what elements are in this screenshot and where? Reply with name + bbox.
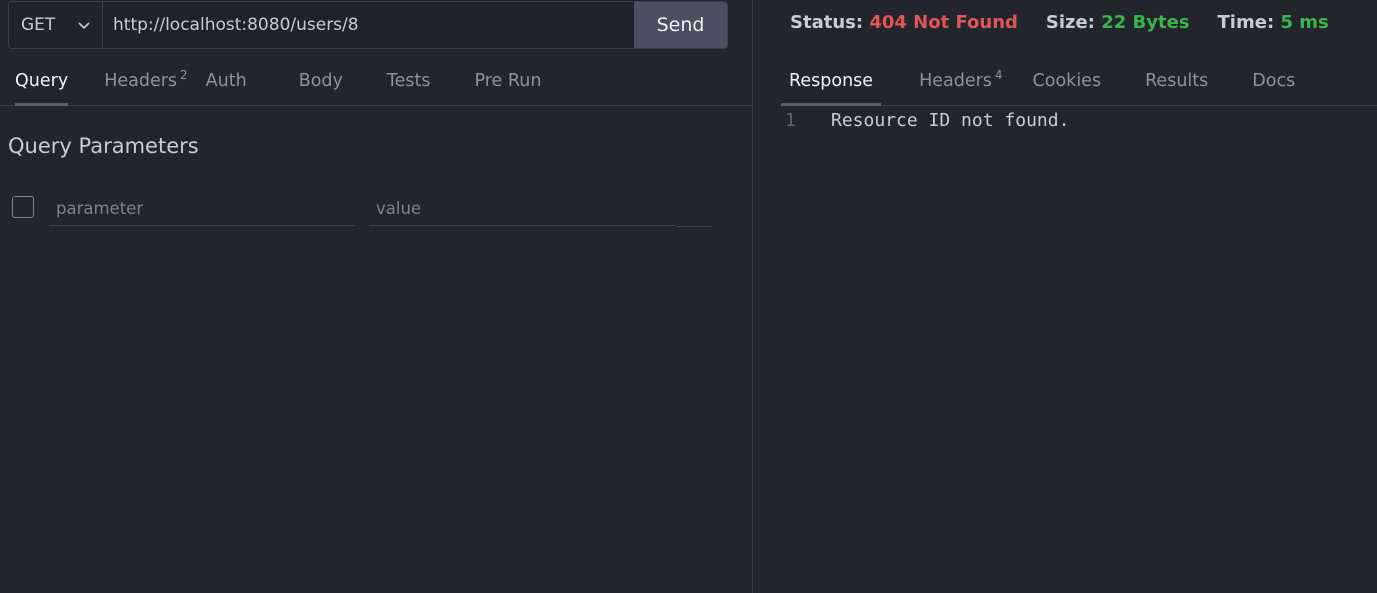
- tab-response-headers[interactable]: Headers 4: [911, 57, 1010, 105]
- parameter-input[interactable]: [49, 192, 355, 226]
- tab-label: Headers: [919, 71, 992, 91]
- tab-badge: 4: [994, 68, 1003, 82]
- status-value: 404 Not Found: [869, 12, 1018, 33]
- response-status-bar: Status: 404 Not Found Size: 22 Bytes Tim…: [790, 12, 1329, 33]
- tab-label: Body: [298, 71, 343, 91]
- value-input[interactable]: [369, 192, 675, 226]
- request-bar: GET Send: [8, 1, 728, 49]
- line-text: Resource ID not found.: [831, 109, 1070, 131]
- method-label: GET: [21, 15, 56, 35]
- line-number: 1: [785, 109, 796, 131]
- size-label: Size:: [1045, 12, 1095, 33]
- send-button[interactable]: Send: [634, 2, 727, 48]
- time-info: Time: 5 ms: [1218, 12, 1329, 33]
- tab-tests[interactable]: Tests: [380, 57, 438, 105]
- status-label: Status:: [790, 12, 864, 33]
- app-window: GET Send Query Headers2 Auth Bo: [0, 0, 1377, 593]
- response-tabs: Response Headers 4 Cookies Results Docs: [781, 57, 1377, 106]
- request-tabs: Query Headers 2 Auth Body Tests Pre Run: [0, 57, 752, 106]
- response-panel: Status: 404 Not Found Size: 22 Bytes Tim…: [753, 0, 1377, 593]
- tab-badge: 2: [180, 68, 188, 82]
- tab-response[interactable]: Response: [781, 57, 882, 106]
- query-param-row: [12, 192, 712, 228]
- tab-headers[interactable]: Headers 2: [97, 57, 194, 105]
- code-line: 1 Resource ID not found.: [753, 106, 1377, 134]
- chevron-down-icon: [78, 22, 90, 30]
- response-body-editor[interactable]: 1 Resource ID not found.: [753, 106, 1377, 134]
- tab-label: Auth: [205, 71, 247, 91]
- tab-label: Query: [15, 71, 69, 91]
- tab-label: Results: [1145, 71, 1209, 91]
- query-parameters-title: Query Parameters: [8, 134, 199, 158]
- tab-body[interactable]: Body: [292, 57, 350, 105]
- request-panel: GET Send Query Headers2 Auth Bo: [0, 0, 752, 593]
- tab-auth[interactable]: Auth: [199, 57, 254, 105]
- field-underline: [676, 226, 712, 227]
- tab-docs[interactable]: Docs: [1244, 57, 1303, 105]
- tab-label: Response: [789, 71, 874, 91]
- tab-results[interactable]: Results: [1137, 57, 1216, 105]
- tab-query[interactable]: Query: [8, 57, 75, 106]
- status-info: Status: 404 Not Found: [790, 12, 1018, 33]
- time-label: Time:: [1217, 12, 1275, 33]
- tab-label: Cookies: [1032, 71, 1102, 91]
- size-value: 22 Bytes: [1101, 12, 1190, 33]
- tab-cookies[interactable]: Cookies: [1025, 57, 1110, 105]
- size-info: Size: 22 Bytes: [1046, 12, 1190, 33]
- time-value: 5 ms: [1280, 12, 1329, 33]
- tab-label: Headers: [104, 71, 178, 91]
- url-input[interactable]: [103, 2, 634, 48]
- tab-pre-run[interactable]: Pre Run: [467, 57, 548, 105]
- tab-label: Pre Run: [474, 71, 542, 91]
- method-select[interactable]: GET: [9, 2, 103, 48]
- tab-label: Tests: [386, 71, 431, 91]
- param-enable-checkbox[interactable]: [12, 196, 34, 218]
- tab-label: Docs: [1252, 71, 1296, 91]
